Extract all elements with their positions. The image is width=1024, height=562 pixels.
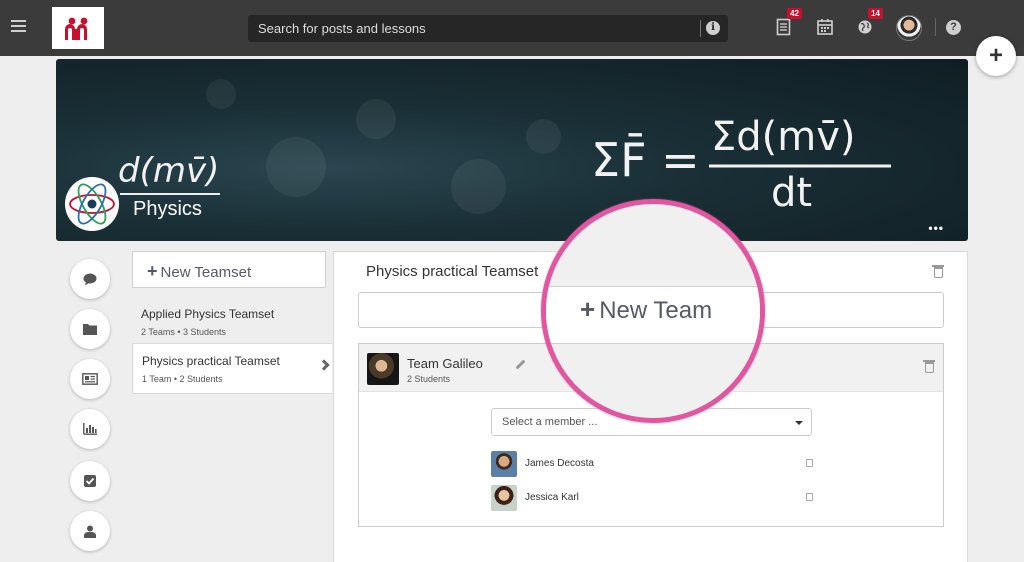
pencil-icon[interactable] — [515, 359, 526, 370]
banner-bokeh — [266, 137, 326, 197]
teamset-item-physics-practical[interactable]: Physics practical Teamset 1 Team • 2 Stu… — [132, 343, 332, 394]
globe-icon — [858, 20, 872, 34]
member-avatar — [491, 485, 517, 511]
info-icon[interactable]: i — [706, 21, 720, 35]
teamset-meta: 1 Team • 2 Students — [142, 374, 223, 384]
team-name: Team Galileo — [407, 356, 483, 371]
new-team-highlight: + New Team — [541, 199, 765, 423]
bar-chart-icon — [83, 423, 97, 435]
remove-member-trash-icon[interactable] — [806, 493, 813, 501]
rail-files-button[interactable] — [70, 309, 110, 349]
globe-button[interactable]: 14 — [857, 8, 883, 36]
user-avatar[interactable] — [896, 15, 922, 41]
panel-title: Physics practical Teamset — [366, 263, 539, 280]
rail-tasks-button[interactable] — [70, 461, 110, 501]
member-row: James Decosta — [491, 451, 813, 477]
banner-bokeh — [526, 119, 561, 154]
member-avatar — [491, 451, 517, 477]
comment-icon — [83, 273, 97, 285]
calendar-button[interactable] — [816, 18, 834, 36]
course-logo — [65, 177, 119, 231]
checkbox-icon — [84, 475, 96, 487]
teamset-item-applied-physics[interactable]: Applied Physics Teamset 2 Teams • 3 Stud… — [132, 297, 332, 347]
remove-member-trash-icon[interactable] — [806, 459, 813, 467]
course-title: Physics — [133, 198, 202, 220]
member-name: Jessica Karl — [525, 492, 579, 503]
banner-bokeh — [206, 79, 236, 109]
delete-teamset-trash-icon[interactable] — [932, 265, 944, 278]
add-button[interactable]: + — [976, 36, 1016, 76]
teamset-meta: 2 Teams • 3 Students — [141, 327, 227, 337]
member-name: James Decosta — [525, 458, 594, 469]
banner-formula-small: d(mv̄) — [118, 151, 220, 191]
nav-divider — [935, 18, 936, 36]
svg-text:dt: dt — [771, 170, 812, 214]
magnified-new-team-label[interactable]: + New Team — [580, 294, 712, 325]
rail-people-button[interactable] — [70, 511, 110, 551]
member-select-placeholder: Select a member ... — [502, 416, 598, 428]
new-teamset-label: New Teamset — [160, 264, 252, 281]
folder-icon — [83, 324, 97, 335]
new-team-label: New Team — [599, 297, 713, 324]
banner-bokeh — [356, 99, 396, 139]
teamset-title: Applied Physics Teamset — [141, 307, 275, 321]
calendar-icon — [817, 19, 833, 35]
hamburger-menu-icon[interactable] — [11, 20, 26, 32]
plus-icon: + — [147, 261, 158, 281]
user-icon — [84, 525, 96, 538]
search-divider — [700, 20, 701, 37]
banner-bokeh — [451, 159, 506, 214]
search-placeholder[interactable]: Search for posts and lessons — [258, 21, 426, 36]
notifications-badge: 42 — [787, 8, 802, 19]
document-icon — [776, 18, 791, 36]
team-avatar — [367, 353, 399, 385]
caret-down-icon — [795, 421, 803, 425]
rail-news-button[interactable] — [70, 359, 110, 399]
top-nav: Search for posts and lessons i 42 14 ? — [0, 0, 1024, 56]
atom-icon — [69, 183, 115, 225]
globe-badge: 14 — [868, 8, 883, 19]
team-count: 2 Students — [407, 374, 451, 384]
notifications-button[interactable]: 42 — [776, 8, 802, 36]
course-banner: d(mv̄) ΣF̄ = Σd(mv̄) dt Physics ••• — [56, 59, 968, 241]
more-options-icon[interactable]: ••• — [928, 221, 944, 235]
banner-fraction-line — [120, 193, 220, 195]
svg-text:ΣF̄ =: ΣF̄ = — [591, 133, 700, 187]
app-logo[interactable] — [52, 7, 104, 49]
newspaper-icon — [82, 373, 98, 385]
member-row: Jessica Karl — [491, 485, 813, 511]
search-bar[interactable]: Search for posts and lessons i — [248, 15, 728, 42]
help-icon[interactable]: ? — [946, 20, 961, 35]
new-teamset-button[interactable]: + New Teamset — [132, 251, 326, 288]
svg-text:Σd(mv̄): Σd(mv̄) — [711, 114, 856, 160]
delete-team-trash-icon[interactable] — [923, 360, 935, 373]
plus-icon: + — [580, 294, 596, 324]
rail-comments-button[interactable] — [70, 259, 110, 299]
teamset-title: Physics practical Teamset — [142, 354, 280, 368]
rail-reports-button[interactable] — [70, 409, 110, 449]
